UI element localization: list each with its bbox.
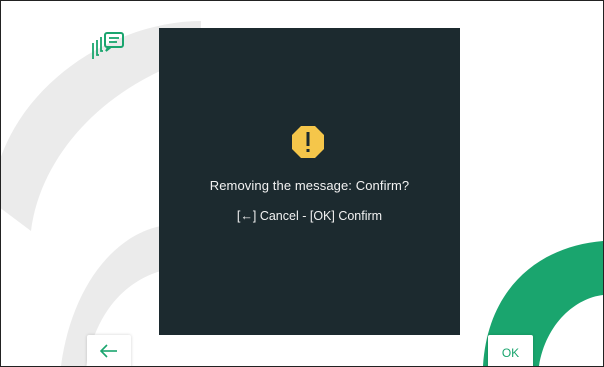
intercom-screen: Removing the message: Confirm? [←] Cance… <box>0 0 604 367</box>
confirm-delete-dialog: Removing the message: Confirm? [←] Cance… <box>159 28 460 335</box>
dialog-message: Removing the message: Confirm? <box>209 178 410 193</box>
dialog-hint: [←] Cancel - [OK] Confirm <box>236 209 383 223</box>
messages-icon[interactable] <box>92 31 126 61</box>
warning-icon <box>291 125 325 159</box>
arrow-left-icon <box>100 344 117 358</box>
ok-button[interactable]: OK <box>488 335 533 366</box>
back-button[interactable] <box>87 335 131 366</box>
